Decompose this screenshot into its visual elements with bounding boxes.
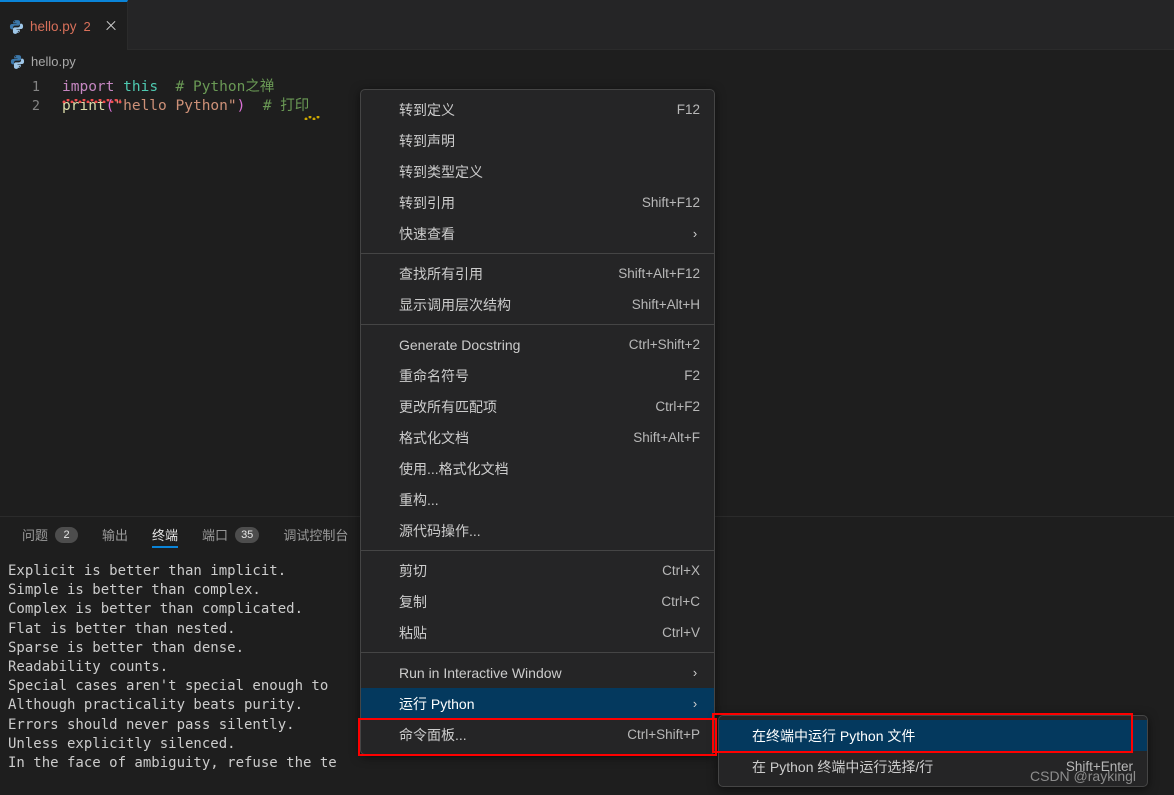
- chevron-right-icon: ›: [692, 665, 698, 680]
- context-menu-item-2-5[interactable]: 重构...: [361, 484, 714, 515]
- panel-tab-0[interactable]: 问题 2: [10, 517, 90, 552]
- menu-item-shortcut: Ctrl+F2: [655, 399, 700, 414]
- python-file-icon: [10, 54, 25, 69]
- editor-tab-bar: hello.py 2: [0, 0, 1174, 50]
- code-token: "hello Python": [114, 98, 237, 114]
- panel-tab-label: 终端: [152, 528, 179, 543]
- context-menu-item-2-3[interactable]: 格式化文档 Shift+Alt+F: [361, 422, 714, 453]
- menu-item-label: 运行 Python: [399, 695, 475, 712]
- panel-tab-3[interactable]: 端口 35: [190, 517, 271, 552]
- menu-item-label: 转到定义: [399, 101, 455, 118]
- menu-item-label: 在终端中运行 Python 文件: [752, 727, 916, 744]
- breadcrumb: hello.py: [0, 50, 1174, 72]
- watermark: CSDN @raykingl: [1030, 768, 1137, 784]
- menu-item-label: 在 Python 终端中运行选择/行: [752, 758, 934, 775]
- menu-item-shortcut: Shift+Alt+H: [631, 297, 700, 312]
- menu-item-label: 使用...格式化文档: [399, 460, 509, 477]
- code-line: import this # Python之禅: [62, 78, 274, 97]
- context-menu-item-3-1[interactable]: 复制 Ctrl+C: [361, 586, 714, 617]
- menu-item-label: 重构...: [399, 491, 439, 508]
- code-token: # Python之禅: [175, 79, 275, 95]
- panel-tab-list: 问题 2 输出 终端 端口 35 调试控制台: [0, 517, 360, 552]
- context-menu-item-3-0[interactable]: 剪切 Ctrl+X: [361, 555, 714, 586]
- menu-item-label: Generate Docstring: [399, 336, 521, 353]
- panel-tab-label: 端口: [202, 528, 229, 543]
- menu-item-label: 转到引用: [399, 194, 455, 211]
- menu-item-label: 命令面板...: [399, 726, 467, 743]
- menu-item-shortcut: Shift+F12: [641, 195, 700, 210]
- menu-item-shortcut: Ctrl+Shift+2: [628, 337, 700, 352]
- panel-tab-1[interactable]: 输出: [90, 517, 140, 552]
- panel-tab-badge: 2: [55, 526, 79, 543]
- context-menu-item-3-2[interactable]: 粘贴 Ctrl+V: [361, 617, 714, 648]
- context-menu-item-2-6[interactable]: 源代码操作...: [361, 515, 714, 546]
- context-menu-item-4-2[interactable]: 命令面板... Ctrl+Shift+P: [361, 719, 714, 750]
- menu-item-shortcut: Ctrl+V: [662, 625, 700, 640]
- context-menu-item-0-3[interactable]: 转到引用 Shift+F12: [361, 187, 714, 218]
- close-icon[interactable]: [103, 18, 119, 34]
- menu-separator: [361, 253, 714, 254]
- menu-item-shortcut: Ctrl+Shift+P: [627, 727, 700, 742]
- context-menu-item-0-2[interactable]: 转到类型定义: [361, 156, 714, 187]
- editor-tab-hello-py[interactable]: hello.py 2: [0, 0, 128, 50]
- context-menu-item-4-1[interactable]: 运行 Python ›: [361, 688, 714, 719]
- context-menu-item-2-4[interactable]: 使用...格式化文档: [361, 453, 714, 484]
- menu-item-shortcut: Shift+Alt+F: [633, 430, 700, 445]
- menu-item-shortcut: F12: [676, 102, 700, 117]
- menu-item-shortcut: Shift+Alt+F12: [618, 266, 700, 281]
- chevron-right-icon: ›: [692, 226, 698, 241]
- menu-item-label: 复制: [399, 593, 427, 610]
- menu-item-label: Run in Interactive Window: [399, 664, 562, 681]
- panel-tab-2[interactable]: 终端: [140, 517, 190, 552]
- menu-item-label: 显示调用层次结构: [399, 296, 511, 313]
- line-number: 2: [31, 98, 40, 114]
- chevron-right-icon: ›: [692, 696, 698, 711]
- context-menu-item-2-1[interactable]: 重命名符号 F2: [361, 360, 714, 391]
- menu-item-label: 格式化文档: [399, 429, 469, 446]
- menu-item-shortcut: F2: [684, 368, 700, 383]
- menu-item-label: 粘贴: [399, 624, 427, 641]
- line-number: 1: [31, 79, 40, 95]
- menu-item-shortcut: Ctrl+C: [661, 594, 700, 609]
- submenu-item-0-0[interactable]: 在终端中运行 Python 文件: [719, 720, 1147, 751]
- context-menu-item-1-0[interactable]: 查找所有引用 Shift+Alt+F12: [361, 258, 714, 289]
- context-menu-item-0-0[interactable]: 转到定义 F12: [361, 94, 714, 125]
- code-token: this: [123, 79, 159, 95]
- menu-separator: [361, 324, 714, 325]
- panel-tab-label: 输出: [102, 528, 129, 543]
- editor-context-menu[interactable]: 转到定义 F12 转到声明转到类型定义 转到引用 Shift+F12 快速查看 › 查找所有引…: [360, 89, 715, 755]
- code-token: # 打印: [262, 98, 310, 114]
- panel-tab-4[interactable]: 调试控制台: [271, 517, 360, 552]
- editor-tab-label: hello.py: [30, 18, 77, 34]
- error-squiggle: [62, 99, 122, 103]
- menu-separator: [361, 550, 714, 551]
- context-menu-item-1-1[interactable]: 显示调用层次结构 Shift+Alt+H: [361, 289, 714, 320]
- warning-squiggle: [304, 116, 320, 120]
- context-menu-item-0-4[interactable]: 快速查看 ›: [361, 218, 714, 249]
- context-menu-item-0-1[interactable]: 转到声明: [361, 125, 714, 156]
- breadcrumb-file-label[interactable]: hello.py: [31, 54, 76, 69]
- editor-tab-badge: 2: [83, 18, 91, 34]
- menu-item-label: 剪切: [399, 562, 427, 579]
- menu-item-label: 源代码操作...: [399, 522, 481, 539]
- code-token: import: [62, 79, 115, 95]
- menu-item-label: 转到类型定义: [399, 163, 483, 180]
- context-menu-item-2-0[interactable]: Generate Docstring Ctrl+Shift+2: [361, 329, 714, 360]
- menu-item-shortcut: Ctrl+X: [662, 563, 700, 578]
- menu-item-label: 快速查看: [399, 225, 455, 242]
- panel-tab-label: 调试控制台: [283, 528, 349, 543]
- menu-item-label: 重命名符号: [399, 367, 469, 384]
- menu-item-label: 查找所有引用: [399, 265, 483, 282]
- context-menu-item-2-2[interactable]: 更改所有匹配项 Ctrl+F2: [361, 391, 714, 422]
- context-menu-item-4-0[interactable]: Run in Interactive Window ›: [361, 657, 714, 688]
- panel-tab-badge: 35: [235, 526, 260, 543]
- python-file-icon: [9, 19, 24, 34]
- panel-tab-label: 问题: [22, 528, 49, 543]
- menu-item-label: 转到声明: [399, 132, 455, 149]
- menu-separator: [361, 652, 714, 653]
- menu-item-label: 更改所有匹配项: [399, 398, 497, 415]
